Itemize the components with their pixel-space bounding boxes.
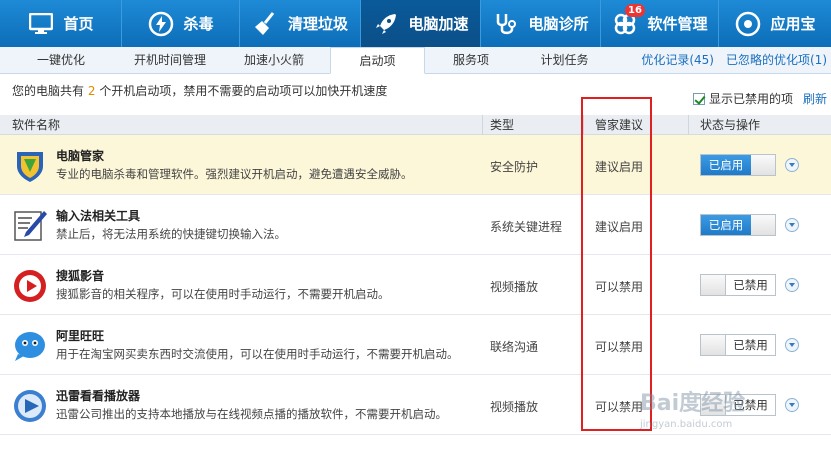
nav-label: 电脑加速 bbox=[408, 15, 469, 33]
shield-icon bbox=[12, 148, 48, 184]
col-status: 状态与操作 bbox=[700, 118, 761, 132]
toggle-knob bbox=[701, 335, 725, 355]
nav-label: 杀毒 bbox=[183, 15, 214, 33]
player-icon bbox=[12, 388, 48, 424]
tab-one-click-optimize[interactable]: 一键优化 bbox=[0, 47, 122, 74]
chevron-down-icon[interactable] bbox=[785, 338, 799, 352]
chevron-down-icon[interactable] bbox=[785, 398, 799, 412]
nav-speedup[interactable]: 电脑加速 bbox=[361, 0, 481, 47]
app-name: 电脑管家 bbox=[56, 149, 105, 163]
app-type: 安全防护 bbox=[490, 160, 539, 174]
chevron-down-icon[interactable] bbox=[785, 158, 799, 172]
watermark-sub: jingyan.baidu.com bbox=[640, 419, 733, 430]
table-row: 电脑管家 专业的电脑杀毒和管理软件。强烈建议开机启动，避免遭遇安全威胁。 安全防… bbox=[0, 135, 831, 195]
nav-software[interactable]: 16 软件管理 bbox=[601, 0, 719, 47]
startup-toggle[interactable]: 已启用 bbox=[700, 154, 776, 176]
show-disabled-checkbox[interactable] bbox=[692, 93, 705, 105]
app-name: 输入法相关工具 bbox=[56, 209, 141, 223]
pen-document-icon bbox=[12, 208, 48, 244]
toggle-knob bbox=[751, 155, 775, 175]
toggle-label: 已启用 bbox=[701, 155, 751, 175]
show-disabled-label[interactable]: 显示已禁用的项 bbox=[709, 82, 793, 116]
nav-label: 应用宝 bbox=[770, 15, 816, 33]
startup-summary: 您的电脑共有 2 个开机启动项，禁用不需要的启动项可以加快开机速度 显示已禁用的… bbox=[0, 74, 831, 108]
optimize-history-link[interactable]: 优化记录(45) bbox=[641, 47, 714, 74]
app-store-icon bbox=[734, 10, 762, 38]
app-description: 迅雷公司推出的支持本地播放与在线视频点播的播放软件，不需要开机启动。 bbox=[56, 407, 447, 421]
app-type: 联络沟通 bbox=[490, 340, 539, 354]
main-nav: 首页 杀毒 清理垃圾 电脑加速 电脑诊所 16 软件管理 应用宝 bbox=[0, 0, 831, 47]
app-description: 搜狐影音的相关程序，可以在使用时手动运行，不需要开机启动。 bbox=[56, 287, 390, 301]
nav-label: 清理垃圾 bbox=[287, 15, 348, 33]
nav-label: 电脑诊所 bbox=[528, 15, 589, 33]
app-type: 视频播放 bbox=[490, 280, 539, 294]
app-name: 搜狐影音 bbox=[56, 269, 105, 283]
app-type: 视频播放 bbox=[490, 400, 539, 414]
nav-home[interactable]: 首页 bbox=[0, 0, 122, 47]
app-description: 用于在淘宝网买卖东西时交流使用，可以在使用时手动运行，不需要开机启动。 bbox=[56, 347, 459, 361]
annotation-highlight-box bbox=[581, 97, 652, 431]
sub-tab-bar: 一键优化 开机时间管理 加速小火箭 启动项 服务项 计划任务 优化记录(45) … bbox=[0, 47, 831, 74]
monitor-icon bbox=[27, 10, 55, 38]
app-description: 专业的电脑杀毒和管理软件。强烈建议开机启动，避免遭遇安全威胁。 bbox=[56, 167, 413, 181]
tab-boot-time[interactable]: 开机时间管理 bbox=[122, 47, 218, 74]
column-divider bbox=[482, 115, 483, 135]
toggle-label: 已禁用 bbox=[725, 275, 775, 295]
col-software-name: 软件名称 bbox=[12, 118, 61, 132]
nav-antivirus[interactable]: 杀毒 bbox=[122, 0, 240, 47]
broom-icon bbox=[252, 10, 280, 38]
startup-toggle[interactable]: 已启用 bbox=[700, 214, 776, 236]
stethoscope-icon bbox=[492, 10, 520, 38]
nav-label: 软件管理 bbox=[647, 15, 708, 33]
startup-toggle[interactable]: 已禁用 bbox=[700, 274, 776, 296]
tab-services[interactable]: 服务项 bbox=[425, 47, 517, 74]
toggle-knob bbox=[751, 215, 775, 235]
app-name: 迅雷看看播放器 bbox=[56, 389, 141, 403]
startup-count: 2 bbox=[87, 84, 96, 98]
ignored-items-link[interactable]: 已忽略的优化项(1) bbox=[726, 47, 827, 74]
nav-app-store[interactable]: 应用宝 bbox=[719, 0, 831, 47]
toggle-knob bbox=[701, 275, 725, 295]
summary-suffix: 个开机启动项，禁用不需要的启动项可以加快开机速度 bbox=[99, 84, 388, 98]
nav-clinic[interactable]: 电脑诊所 bbox=[481, 0, 601, 47]
update-count-badge: 16 bbox=[625, 4, 645, 17]
nav-label: 首页 bbox=[63, 15, 94, 33]
app-description: 禁止后，将无法用系统的快捷键切换输入法。 bbox=[56, 227, 286, 241]
table-row: 阿里旺旺 用于在淘宝网买卖东西时交流使用，可以在使用时手动运行，不需要开机启动。… bbox=[0, 315, 831, 375]
watermark-main: Bai度经验 bbox=[640, 391, 746, 416]
nav-clean[interactable]: 清理垃圾 bbox=[240, 0, 361, 47]
summary-prefix: 您的电脑共有 bbox=[12, 84, 85, 98]
chevron-down-icon[interactable] bbox=[785, 278, 799, 292]
rocket-icon bbox=[372, 10, 400, 38]
col-type: 类型 bbox=[490, 118, 515, 132]
play-icon bbox=[12, 268, 48, 304]
tab-startup-items[interactable]: 启动项 bbox=[330, 47, 425, 74]
table-header: 软件名称 类型 管家建议 状态与操作 bbox=[0, 115, 831, 135]
table-row: 输入法相关工具 禁止后，将无法用系统的快捷键切换输入法。 系统关键进程 建议启用… bbox=[0, 195, 831, 255]
chat-bubble-icon bbox=[12, 328, 48, 364]
tab-scheduled-tasks[interactable]: 计划任务 bbox=[517, 47, 612, 74]
show-disabled-option: 显示已禁用的项 刷新 bbox=[692, 82, 831, 116]
tab-speed-rocket[interactable]: 加速小火箭 bbox=[218, 47, 330, 74]
watermark: Bai度经验 jingyan.baidu.com bbox=[640, 385, 745, 430]
refresh-link[interactable]: 刷新 bbox=[803, 82, 827, 116]
app-type: 系统关键进程 bbox=[490, 220, 563, 234]
table-row: 搜狐影音 搜狐影音的相关程序，可以在使用时手动运行，不需要开机启动。 视频播放 … bbox=[0, 255, 831, 315]
column-divider bbox=[688, 115, 689, 135]
toggle-label: 已启用 bbox=[701, 215, 751, 235]
sub-links: 优化记录(45) 已忽略的优化项(1) bbox=[641, 47, 831, 74]
app-name: 阿里旺旺 bbox=[56, 329, 105, 343]
chevron-down-icon[interactable] bbox=[785, 218, 799, 232]
lightning-icon bbox=[147, 10, 175, 38]
toggle-label: 已禁用 bbox=[725, 335, 775, 355]
startup-toggle[interactable]: 已禁用 bbox=[700, 334, 776, 356]
